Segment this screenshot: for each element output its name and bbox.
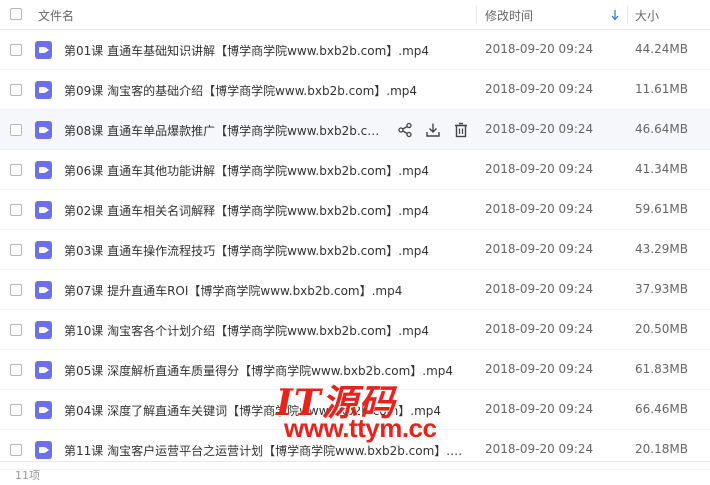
file-name[interactable]: 第08课 直通车单品爆款推广【博学商学院www.bxb2b.com】.mp4 <box>64 122 386 139</box>
file-row[interactable]: 第02课 直通车相关名词解释【博学商学院www.bxb2b.com】.mp4 20… <box>0 190 710 230</box>
row-checkbox[interactable] <box>10 404 22 416</box>
column-header-name[interactable]: 文件名 <box>38 7 74 24</box>
delete-icon[interactable] <box>453 122 469 138</box>
item-count: 11项 <box>15 469 40 482</box>
video-file-icon <box>35 401 52 419</box>
download-icon[interactable] <box>425 122 441 138</box>
file-name[interactable]: 第09课 淘宝客的基础介绍【博学商学院www.bxb2b.com】.mp4 <box>64 82 469 99</box>
file-size: 20.50MB <box>635 322 688 336</box>
file-row[interactable]: 第10课 淘宝客各个计划介绍【博学商学院www.bxb2b.com】.mp4 20… <box>0 310 710 350</box>
file-name[interactable]: 第11课 淘宝客户运营平台之运营计划【博学商学院www.bxb2b.com】.m… <box>64 442 469 459</box>
row-checkbox[interactable] <box>10 204 22 216</box>
file-size: 61.83MB <box>635 362 688 376</box>
file-size: 59.61MB <box>635 202 688 216</box>
file-modified-time: 2018-09-20 09:24 <box>485 282 594 296</box>
file-modified-time: 2018-09-20 09:24 <box>485 122 594 136</box>
row-checkbox[interactable] <box>10 164 22 176</box>
file-name[interactable]: 第02课 直通车相关名词解释【博学商学院www.bxb2b.com】.mp4 <box>64 202 469 219</box>
video-file-icon <box>35 201 52 219</box>
video-file-icon <box>35 161 52 179</box>
file-size: 44.24MB <box>635 42 688 56</box>
file-modified-time: 2018-09-20 09:24 <box>485 442 594 456</box>
row-checkbox[interactable] <box>10 244 22 256</box>
row-checkbox[interactable] <box>10 124 22 136</box>
row-checkbox[interactable] <box>10 364 22 376</box>
row-checkbox[interactable] <box>10 444 22 456</box>
file-name[interactable]: 第05课 深度解析直通车质量得分【博学商学院www.bxb2b.com】.mp4 <box>64 362 469 379</box>
watermark-url: www.ttym.cc <box>284 413 437 443</box>
sort-down-arrow-icon[interactable] <box>611 9 619 21</box>
file-name[interactable]: 第07课 提升直通车ROI【博学商学院www.bxb2b.com】.mp4 <box>64 282 469 299</box>
file-size: 41.34MB <box>635 162 688 176</box>
video-file-icon <box>35 81 52 99</box>
file-size: 46.64MB <box>635 122 688 136</box>
file-modified-time: 2018-09-20 09:24 <box>485 82 594 96</box>
file-size: 20.18MB <box>635 442 688 456</box>
select-all-checkbox[interactable] <box>10 8 22 20</box>
video-file-icon <box>35 281 52 299</box>
video-file-icon <box>35 321 52 339</box>
file-size: 37.93MB <box>635 282 688 296</box>
video-file-icon <box>35 441 52 459</box>
file-modified-time: 2018-09-20 09:24 <box>485 322 594 336</box>
file-row[interactable]: 第07课 提升直通车ROI【博学商学院www.bxb2b.com】.mp4 201… <box>0 270 710 310</box>
file-row[interactable]: 第06课 直通车其他功能讲解【博学商学院www.bxb2b.com】.mp4 20… <box>0 150 710 190</box>
file-row[interactable]: 第09课 淘宝客的基础介绍【博学商学院www.bxb2b.com】.mp4 201… <box>0 70 710 110</box>
video-file-icon <box>35 241 52 259</box>
file-row[interactable]: 第03课 直通车操作流程技巧【博学商学院www.bxb2b.com】.mp4 20… <box>0 230 710 270</box>
video-file-icon <box>35 361 52 379</box>
row-checkbox[interactable] <box>10 44 22 56</box>
column-divider[interactable] <box>627 6 628 24</box>
file-modified-time: 2018-09-20 09:24 <box>485 242 594 256</box>
file-row[interactable]: 第01课 直通车基础知识讲解【博学商学院www.bxb2b.com】.mp4 20… <box>0 30 710 70</box>
file-modified-time: 2018-09-20 09:24 <box>485 162 594 176</box>
file-modified-time: 2018-09-20 09:24 <box>485 42 594 56</box>
file-name[interactable]: 第06课 直通车其他功能讲解【博学商学院www.bxb2b.com】.mp4 <box>64 162 469 179</box>
row-checkbox[interactable] <box>10 284 22 296</box>
file-modified-time: 2018-09-20 09:24 <box>485 402 594 416</box>
file-modified-time: 2018-09-20 09:24 <box>485 202 594 216</box>
column-header-size[interactable]: 大小 <box>635 7 659 24</box>
file-name[interactable]: 第01课 直通车基础知识讲解【博学商学院www.bxb2b.com】.mp4 <box>64 42 469 59</box>
file-list-footer: 11项 <box>0 461 710 485</box>
file-name[interactable]: 第10课 淘宝客各个计划介绍【博学商学院www.bxb2b.com】.mp4 <box>64 322 469 339</box>
row-checkbox[interactable] <box>10 84 22 96</box>
share-icon[interactable] <box>397 122 413 138</box>
file-size: 43.29MB <box>635 242 688 256</box>
video-file-icon <box>35 121 52 139</box>
column-header-modified[interactable]: 修改时间 <box>485 7 533 24</box>
file-row[interactable]: 第08课 直通车单品爆款推广【博学商学院www.bxb2b.com】.mp4 20… <box>0 110 710 150</box>
file-name[interactable]: 第03课 直通车操作流程技巧【博学商学院www.bxb2b.com】.mp4 <box>64 242 469 259</box>
row-checkbox[interactable] <box>10 324 22 336</box>
file-modified-time: 2018-09-20 09:24 <box>485 362 594 376</box>
video-file-icon <box>35 41 52 59</box>
column-divider[interactable] <box>476 6 477 24</box>
file-size: 11.61MB <box>635 82 688 96</box>
file-size: 66.46MB <box>635 402 688 416</box>
file-list-header: 文件名 修改时间 大小 <box>0 0 710 30</box>
